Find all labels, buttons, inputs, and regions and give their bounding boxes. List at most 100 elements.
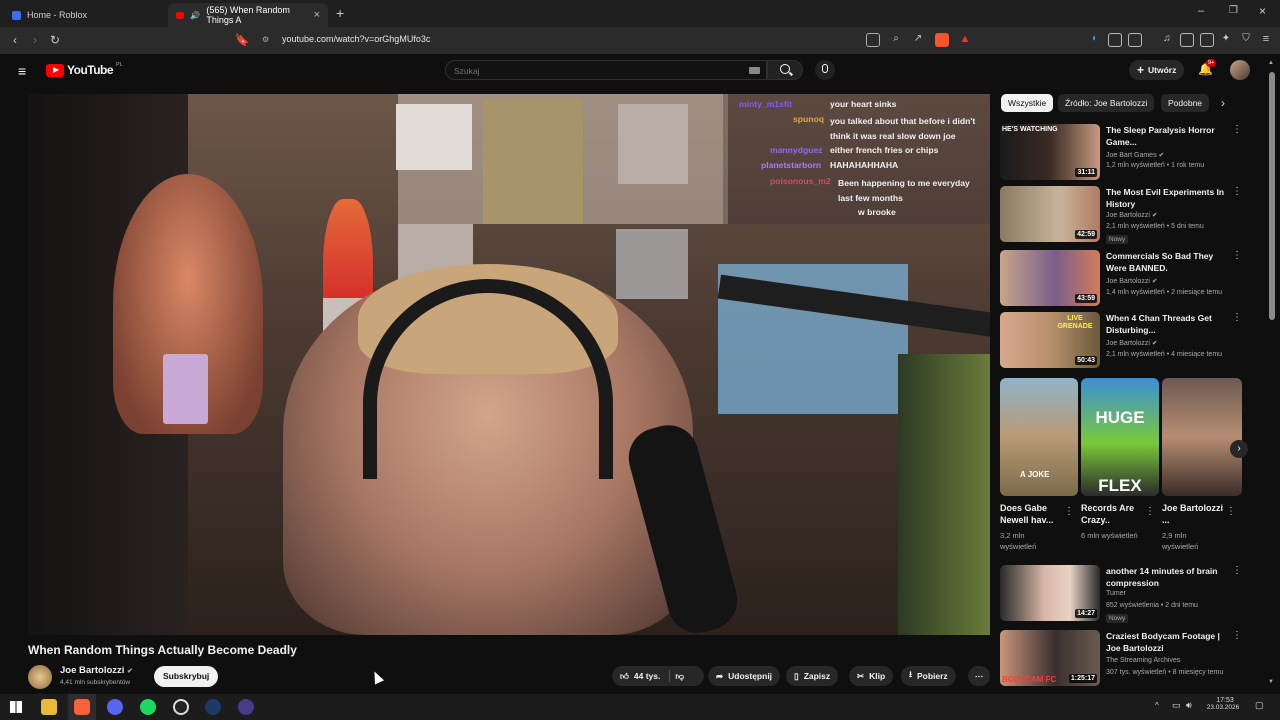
search-input[interactable] bbox=[454, 64, 734, 77]
short-thumbnail[interactable]: HUGE FLEX bbox=[1081, 378, 1159, 496]
share-label: Udostępnij bbox=[728, 671, 773, 681]
recommendation-item[interactable]: 43:59 Commercials So Bad They Were BANNE… bbox=[1000, 250, 1246, 306]
shorts-next-button[interactable]: › bbox=[1230, 440, 1248, 458]
chip-from-channel[interactable]: Źródło: Joe Bartolozzi bbox=[1058, 94, 1155, 112]
chat-message: either french fries or chips bbox=[830, 145, 939, 155]
more-options-icon[interactable]: ⋮ bbox=[1232, 630, 1242, 641]
create-button[interactable]: + Utwórz bbox=[1129, 60, 1185, 80]
new-tab-button[interactable]: + bbox=[336, 5, 344, 21]
music-icon[interactable]: ♫ bbox=[1160, 33, 1174, 47]
vpn-icon[interactable]: ⛉ bbox=[1239, 33, 1253, 47]
short-menu-icon[interactable]: ⋮ bbox=[1145, 506, 1155, 517]
recommendation-title: The Sleep Paralysis Horror Game... bbox=[1106, 125, 1215, 147]
tab-roblox[interactable]: Home - Roblox bbox=[4, 3, 166, 27]
keyboard-icon[interactable] bbox=[749, 67, 760, 74]
brave-rewards-icon[interactable]: ▲ bbox=[958, 33, 972, 47]
more-actions-button[interactable]: ⋯ bbox=[968, 666, 990, 686]
reload-button[interactable]: ↻ bbox=[47, 32, 63, 48]
app-icon[interactable] bbox=[238, 699, 254, 715]
site-info-icon[interactable]: ⚙ bbox=[262, 35, 269, 44]
tray-chevron-icon[interactable]: ^ bbox=[1155, 701, 1159, 710]
duration-badge: 14:27 bbox=[1075, 609, 1097, 618]
youtube-play-icon bbox=[46, 63, 64, 77]
subscriber-count: 4,41 mln subskrybentów bbox=[60, 679, 131, 686]
close-tab-icon[interactable]: × bbox=[314, 9, 320, 21]
subscribe-button[interactable]: Subskrybuj bbox=[154, 666, 219, 687]
back-button[interactable]: ‹ bbox=[7, 32, 23, 48]
youtube-favicon-icon bbox=[176, 11, 185, 19]
tray-usb-icon[interactable]: ▭ bbox=[1172, 700, 1181, 711]
youtube-logo[interactable]: YouTube PL bbox=[46, 62, 123, 77]
hamburger-menu-icon[interactable]: ≡ bbox=[18, 63, 26, 79]
save-button[interactable]: ▯ Zapisz bbox=[786, 666, 839, 686]
recommendation-meta: 1,4 mln wyświetleń • 2 miesiące temu bbox=[1106, 289, 1223, 296]
scroll-up-icon[interactable]: ▲ bbox=[1268, 60, 1274, 66]
recommendation-item[interactable]: 14:27 another 14 minutes of brain compre… bbox=[1000, 565, 1246, 623]
screenshot-icon[interactable] bbox=[1128, 33, 1142, 47]
more-options-icon[interactable]: ⋮ bbox=[1232, 565, 1242, 576]
extensions-icon[interactable] bbox=[1108, 33, 1122, 47]
channel-name[interactable]: Joe Bartolozzi ✔ bbox=[60, 665, 133, 676]
short-thumbnail[interactable] bbox=[1162, 378, 1242, 496]
chat-message: Been happening to me everyday last few m… bbox=[838, 178, 970, 203]
speaker-icon[interactable]: 🔊 bbox=[190, 11, 200, 20]
recommendation-meta: 307 tys. wyświetleń • 8 miesięcy temu bbox=[1106, 669, 1224, 676]
recommendation-item[interactable]: LIVE GRENADE 50:43 When 4 Chan Threads G… bbox=[1000, 312, 1246, 368]
channel-text: Joe Bartolozzi bbox=[1106, 278, 1150, 285]
spotify-icon[interactable] bbox=[140, 699, 156, 715]
dislike-button[interactable]: 👎︎ bbox=[675, 671, 684, 682]
share-button[interactable]: ➦ Udostępnij bbox=[708, 666, 781, 686]
clip-button[interactable]: ✂ Klip bbox=[849, 666, 894, 686]
zoom-icon[interactable]: ⌕ bbox=[889, 33, 903, 47]
page-scrollbar[interactable]: ▲ ▼ bbox=[1268, 60, 1276, 688]
notifications-button[interactable]: 🔔 9+ bbox=[1198, 59, 1217, 76]
chip-all[interactable]: Wszystkie bbox=[1001, 94, 1054, 112]
notification-center-icon[interactable]: ▢ bbox=[1255, 700, 1264, 711]
sidebar-icon[interactable] bbox=[1180, 33, 1194, 47]
wallet-icon[interactable] bbox=[1200, 33, 1214, 47]
url-field[interactable]: youtube.com/watch?v=orGhgMUfo3c bbox=[282, 34, 430, 44]
voice-search-button[interactable] bbox=[815, 60, 835, 80]
short-thumbnail[interactable]: A JOKE bbox=[1000, 378, 1078, 496]
more-options-icon[interactable]: ⋮ bbox=[1232, 186, 1242, 197]
start-button[interactable] bbox=[8, 699, 24, 715]
maximize-button[interactable]: ❐ bbox=[1229, 5, 1238, 16]
recommendation-item[interactable]: BODYCAM FC 1:25:17 Craziest Bodycam Foot… bbox=[1000, 630, 1246, 686]
leo-ai-icon[interactable]: ✦ bbox=[1219, 33, 1233, 47]
minimize-button[interactable]: – bbox=[1198, 5, 1204, 17]
audio-icon[interactable]: ◐ bbox=[1088, 33, 1102, 47]
menu-icon[interactable]: ≡ bbox=[1259, 33, 1273, 47]
tab-youtube[interactable]: 🔊 (565) When Random Things A × bbox=[168, 3, 328, 27]
like-button[interactable]: 👍︎ 44 tys. bbox=[620, 671, 660, 682]
tray-volume-icon[interactable]: 🔊︎ bbox=[1186, 700, 1192, 711]
obs-icon[interactable] bbox=[173, 699, 189, 715]
more-options-icon[interactable]: ⋮ bbox=[1232, 250, 1242, 261]
recommendation-item[interactable]: HE'S WATCHING 31:11 The Sleep Paralysis … bbox=[1000, 124, 1246, 180]
cast-icon[interactable] bbox=[866, 33, 880, 47]
search-box[interactable] bbox=[445, 60, 767, 80]
verified-icon: ✔ bbox=[1158, 152, 1165, 159]
bookmark-icon[interactable]: 🔖 bbox=[234, 32, 250, 48]
account-avatar[interactable] bbox=[1230, 60, 1250, 80]
new-badge: Nowy bbox=[1106, 235, 1129, 244]
chip-related[interactable]: Podobne bbox=[1161, 94, 1210, 112]
discord-icon[interactable] bbox=[107, 699, 123, 715]
share-icon[interactable]: ↗ bbox=[911, 33, 925, 47]
close-window-button[interactable]: × bbox=[1259, 4, 1266, 18]
channel-avatar[interactable] bbox=[28, 665, 52, 689]
scrollbar-thumb[interactable] bbox=[1269, 72, 1275, 320]
short-menu-icon[interactable]: ⋮ bbox=[1226, 506, 1236, 517]
tray-clock[interactable]: 17:53 23.03.2026 bbox=[1207, 697, 1240, 711]
scroll-down-icon[interactable]: ▼ bbox=[1268, 679, 1274, 685]
recommendation-item[interactable]: 42:59 The Most Evil Experiments In Histo… bbox=[1000, 186, 1246, 244]
download-button[interactable]: ⭳ Pobierz bbox=[901, 666, 956, 686]
file-explorer-icon[interactable] bbox=[41, 699, 57, 715]
steam-icon[interactable] bbox=[205, 699, 221, 715]
short-menu-icon[interactable]: ⋮ bbox=[1064, 506, 1074, 517]
brave-shields-icon[interactable] bbox=[935, 33, 949, 47]
forward-button[interactable]: › bbox=[27, 32, 43, 48]
more-options-icon[interactable]: ⋮ bbox=[1232, 124, 1242, 135]
more-options-icon[interactable]: ⋮ bbox=[1232, 312, 1242, 323]
search-button[interactable] bbox=[767, 60, 803, 80]
chip-next-icon[interactable]: › bbox=[1221, 96, 1225, 110]
